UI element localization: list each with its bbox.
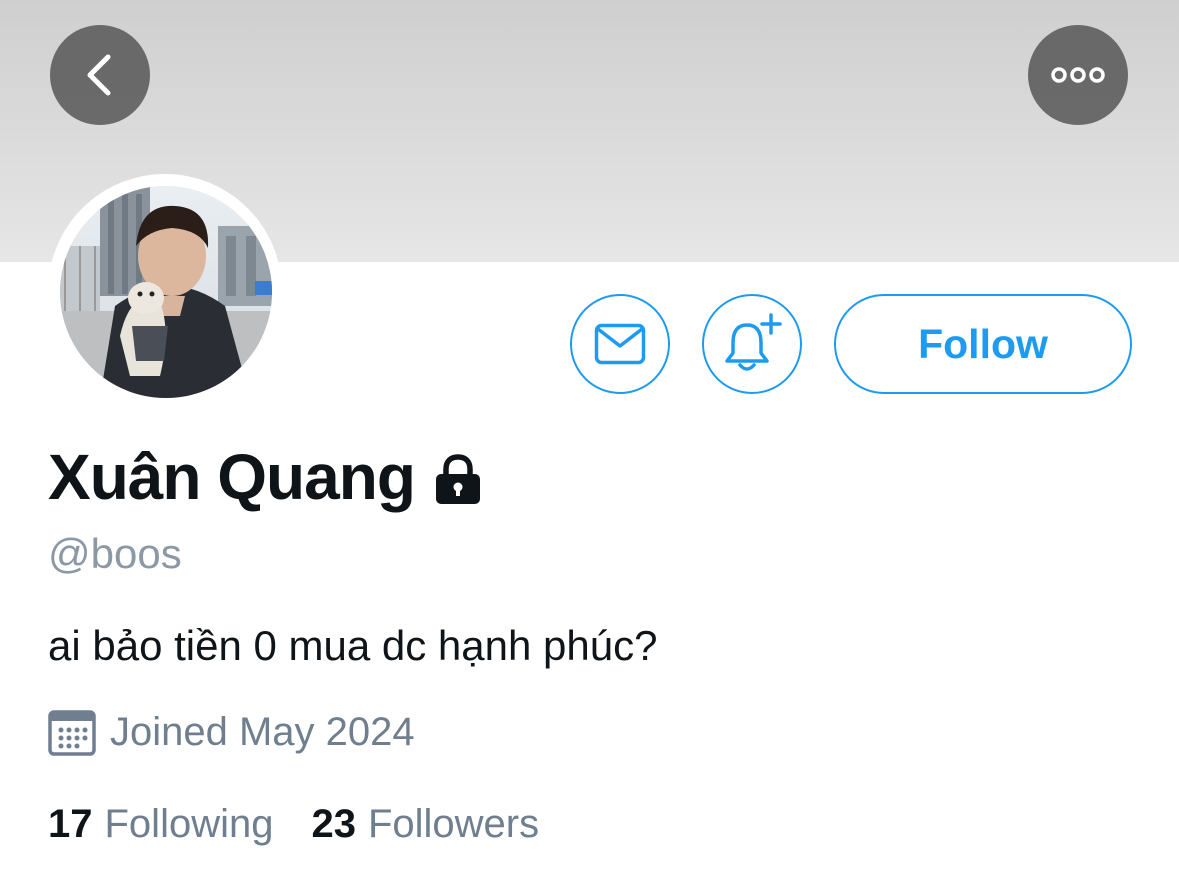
calendar-icon [48,710,96,756]
username-handle: @boos [48,530,182,577]
profile-page: Follow Xuân Quang @boos ai bảo tiền 0 mu… [0,0,1179,896]
envelope-icon [594,323,646,365]
following-link[interactable]: 17 Following [48,802,273,847]
avatar-photo [60,186,272,398]
display-name: Xuân Quang [48,441,416,513]
name-row: Xuân Quang [48,440,483,514]
more-horizontal-icon [1051,67,1105,83]
following-count: 17 [48,802,93,846]
following-label: Following [104,802,274,846]
follow-stats: 17 Following 23 Followers [48,802,539,847]
followers-link[interactable]: 23 Followers [311,802,539,847]
message-button[interactable] [570,294,670,394]
joined-date-row: Joined May 2024 [48,708,415,756]
chevron-left-icon [87,54,111,96]
notifications-button[interactable] [702,294,802,394]
followers-count: 23 [311,802,356,846]
follow-button[interactable]: Follow [834,294,1132,394]
lock-icon [433,454,483,506]
back-button[interactable] [50,25,150,125]
followers-label: Followers [367,802,540,846]
profile-bio: ai bảo tiền 0 mua dc hạnh phúc? [48,622,658,669]
more-options-button[interactable] [1028,25,1128,125]
joined-date: Joined May 2024 [110,709,415,754]
bell-plus-icon [725,313,782,371]
avatar[interactable] [60,186,272,398]
